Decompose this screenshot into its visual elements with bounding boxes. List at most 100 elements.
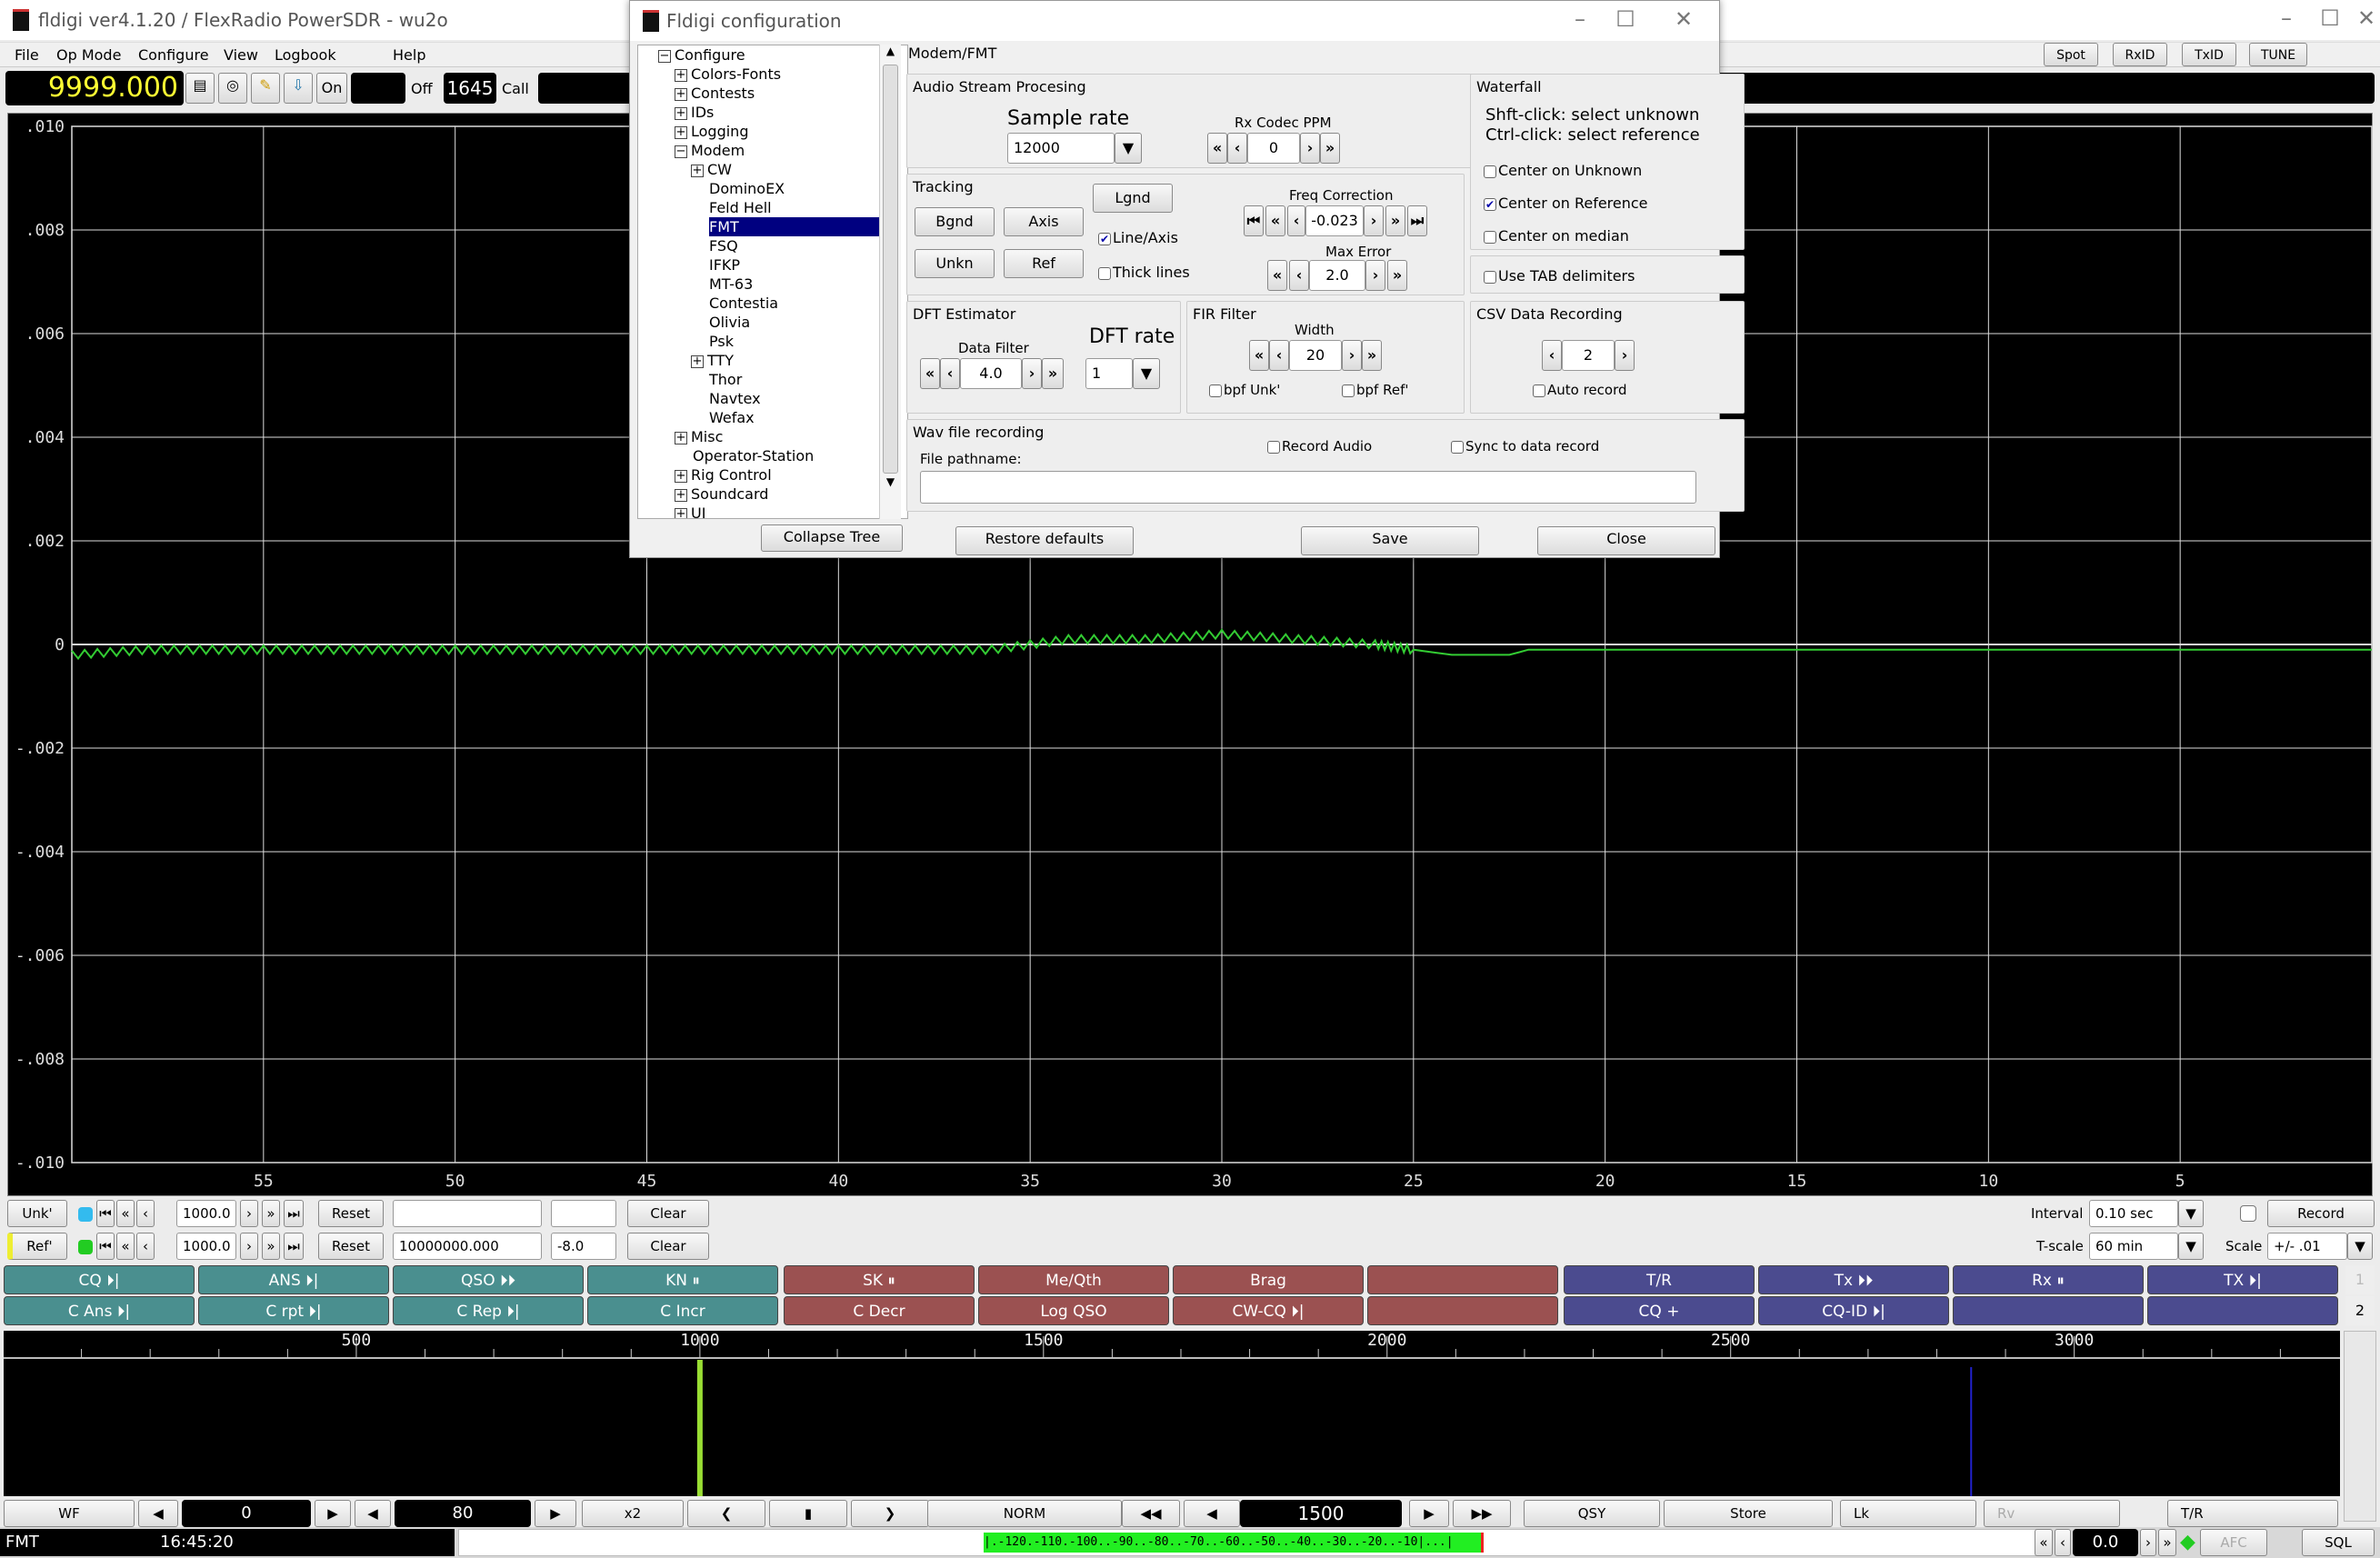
unknown-color-button[interactable]: Unkn	[915, 249, 995, 278]
tree-item[interactable]: + TTY	[638, 351, 907, 370]
macro-button[interactable]	[2147, 1296, 2338, 1325]
save-log-icon[interactable]: ⇩	[284, 73, 313, 104]
bpf-ref-option[interactable]: bpf Ref'	[1342, 382, 1408, 398]
carrier-frequency[interactable]: 1500	[1240, 1500, 1402, 1527]
speed-button[interactable]: NORM	[927, 1500, 1122, 1527]
thick-lines-checkbox[interactable]	[1098, 266, 1111, 280]
freq-corr-down[interactable]: ‹	[1287, 205, 1305, 236]
tune-toggle[interactable]: TUNE	[2249, 43, 2307, 66]
expand-icon[interactable]: +	[675, 125, 687, 139]
macro-button[interactable]: KN ⏸	[587, 1265, 778, 1294]
data-filter-value[interactable]: 4.0	[960, 358, 1022, 389]
fir-width-fast-down[interactable]: «	[1249, 340, 1269, 371]
max-error-fast-up[interactable]: »	[1387, 260, 1407, 291]
center-median-checkbox[interactable]	[1484, 230, 1496, 244]
tree-item[interactable]: + Contests	[638, 84, 907, 103]
config-maximize-icon[interactable]: ☐	[1603, 6, 1648, 32]
macro-button[interactable]: CQ +	[1564, 1296, 1755, 1325]
carrier-fast-down-button[interactable]: ◀◀	[1122, 1500, 1180, 1527]
off-time-field[interactable]: 1645	[444, 73, 496, 104]
tree-item[interactable]: Contestia	[638, 294, 907, 313]
macro-button[interactable]: C Rep ⏵|	[393, 1296, 584, 1325]
fir-width-value[interactable]: 20	[1289, 340, 1342, 371]
freq-corr-first[interactable]: ⏮	[1244, 205, 1264, 236]
tree-item[interactable]: Navtex	[638, 389, 907, 408]
dft-rate-select[interactable]: 1	[1085, 358, 1133, 389]
tree-item[interactable]: − Modem	[638, 141, 907, 160]
data-filter-up[interactable]: ›	[1022, 358, 1042, 389]
tr-toggle[interactable]: T/R	[2167, 1500, 2338, 1527]
ref-first-button[interactable]: ⏮	[96, 1233, 115, 1260]
center-median-option[interactable]: Center on median	[1484, 227, 1629, 245]
sync-option[interactable]: Sync to data record	[1451, 438, 1599, 454]
macro-button[interactable]: T/R	[1564, 1265, 1755, 1294]
bpf-ref-checkbox[interactable]	[1342, 384, 1355, 397]
ppm-down[interactable]: ‹	[1227, 133, 1247, 164]
expand-icon[interactable]: +	[675, 469, 687, 483]
macro-button[interactable]: CQ ⏵|	[4, 1265, 195, 1294]
spot-toggle[interactable]: Spot	[2044, 43, 2098, 66]
sql-toggle[interactable]: SQL	[2302, 1529, 2375, 1556]
record-audio-option[interactable]: Record Audio	[1267, 438, 1372, 454]
offset-up-button[interactable]: ▶	[315, 1500, 351, 1527]
tree-item[interactable]: + IDs	[638, 103, 907, 122]
menu-view[interactable]: View	[224, 46, 258, 64]
fir-width-fast-up[interactable]: »	[1362, 340, 1382, 371]
file-path-input[interactable]	[920, 471, 1696, 504]
expand-icon[interactable]: +	[675, 507, 687, 518]
macro-button[interactable]: CQ-ID ⏵|	[1758, 1296, 1949, 1325]
ref-level-field[interactable]: -8.0	[551, 1233, 616, 1260]
tree-item[interactable]: FMT	[638, 217, 907, 236]
ref-freq-field[interactable]: 10000000.000	[393, 1233, 542, 1260]
ppm-fast-up[interactable]: »	[1320, 133, 1340, 164]
expand-icon[interactable]: +	[691, 164, 704, 177]
ref-back-button[interactable]: ‹	[136, 1233, 155, 1260]
use-tab-option[interactable]: Use TAB delimiters	[1484, 267, 1635, 285]
tree-item[interactable]: FSQ	[638, 236, 907, 255]
collapse-icon[interactable]: −	[658, 49, 671, 63]
collapse-tree-button[interactable]: Collapse Tree	[761, 524, 903, 552]
minimize-icon[interactable]: –	[2264, 5, 2309, 31]
expand-icon[interactable]: +	[675, 87, 687, 101]
freq-correction-value[interactable]: -0.023	[1305, 205, 1364, 236]
bpf-unk-option[interactable]: bpf Unk'	[1209, 382, 1280, 398]
center-reference-option[interactable]: ✔ Center on Reference	[1484, 195, 1648, 212]
bgnd-color-button[interactable]: Bgnd	[915, 207, 995, 236]
carrier-fast-up-button[interactable]: ▶▶	[1453, 1500, 1511, 1527]
ref-forward-button[interactable]: ›	[240, 1233, 258, 1260]
unk-last-button[interactable]: ⏭	[284, 1200, 304, 1227]
macro-button[interactable]: C Decr	[784, 1296, 975, 1325]
macro-button[interactable]: Log QSO	[978, 1296, 1169, 1325]
tree-item[interactable]: Operator-Station	[638, 446, 907, 465]
max-error-down[interactable]: ‹	[1289, 260, 1309, 291]
auto-record-option[interactable]: Auto record	[1533, 382, 1627, 398]
tree-item[interactable]: + CW	[638, 160, 907, 179]
offset-value[interactable]: 0	[182, 1500, 311, 1527]
macro-button[interactable]: C Ans ⏵|	[4, 1296, 195, 1325]
unknown-toggle[interactable]: Unk'	[7, 1200, 67, 1227]
scale-select[interactable]: +/- .01	[2267, 1233, 2347, 1260]
fir-width-up[interactable]: ›	[1342, 340, 1362, 371]
scroll-right-button[interactable]: ❯	[851, 1500, 929, 1527]
tree-item[interactable]: + Colors-Fonts	[638, 65, 907, 84]
frequency-display[interactable]: 9999.000	[5, 71, 184, 105]
data-filter-down[interactable]: ‹	[940, 358, 960, 389]
interval-dropdown-icon[interactable]: ▼	[2178, 1200, 2204, 1227]
expand-icon[interactable]: +	[675, 431, 687, 444]
close-icon[interactable]: ✕	[2344, 5, 2380, 31]
tree-item[interactable]: + Soundcard	[638, 484, 907, 504]
ref-last-button[interactable]: ⏭	[284, 1233, 304, 1260]
on-time-button[interactable]: On	[316, 73, 347, 104]
tree-item[interactable]: − Configure	[638, 45, 907, 65]
tree-item[interactable]: Olivia	[638, 313, 907, 332]
dft-rate-dropdown-icon[interactable]: ▼	[1133, 358, 1160, 389]
unk-first-button[interactable]: ⏮	[96, 1200, 115, 1227]
unk-freq-field[interactable]	[393, 1200, 542, 1227]
ref-clear-button[interactable]: Clear	[627, 1233, 709, 1260]
expand-icon[interactable]: +	[691, 355, 704, 368]
fir-width-down[interactable]: ‹	[1269, 340, 1289, 371]
macro-button[interactable]: C rpt ⏵|	[198, 1296, 389, 1325]
qsy-button[interactable]: QSY	[1524, 1500, 1660, 1527]
menu-configure[interactable]: Configure	[138, 46, 209, 64]
interval-select[interactable]: 0.10 sec	[2089, 1200, 2178, 1227]
